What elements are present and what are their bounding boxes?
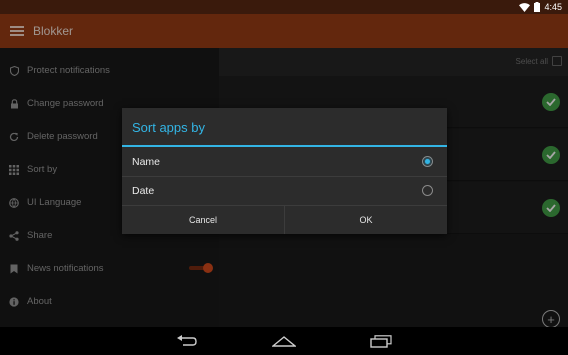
status-bar: 4:45: [0, 0, 568, 14]
ok-button[interactable]: OK: [284, 206, 447, 234]
cancel-button[interactable]: Cancel: [122, 206, 284, 234]
status-icons: 4:45: [519, 1, 562, 13]
sort-option-name[interactable]: Name: [122, 147, 447, 176]
option-label: Date: [132, 184, 155, 197]
radio-selected-icon[interactable]: [422, 156, 433, 167]
battery-icon: [534, 2, 541, 12]
status-time: 4:45: [544, 2, 562, 12]
home-icon[interactable]: [271, 333, 297, 349]
wifi-icon: [519, 2, 531, 12]
back-icon[interactable]: [174, 333, 200, 349]
system-nav-bar: [0, 327, 568, 355]
sort-dialog: Sort apps by Name Date Cancel OK: [122, 108, 447, 234]
option-label: Name: [132, 155, 161, 168]
dialog-title: Sort apps by: [132, 120, 205, 135]
dialog-button-row: Cancel OK: [122, 205, 447, 234]
recents-icon[interactable]: [368, 333, 394, 349]
sort-option-date[interactable]: Date: [122, 176, 447, 205]
radio-unselected-icon[interactable]: [422, 185, 433, 196]
